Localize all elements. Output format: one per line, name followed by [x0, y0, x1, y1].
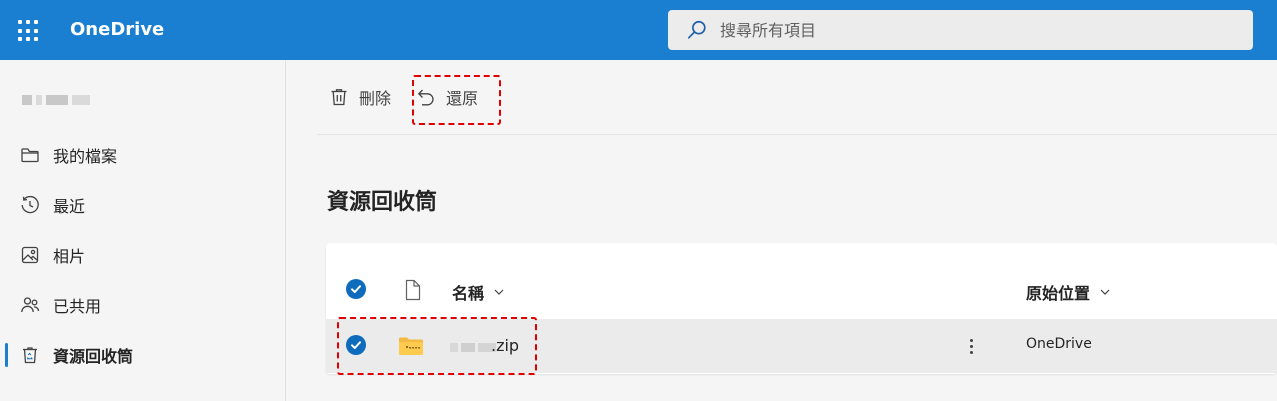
sidebar-item-label: 資源回收筒 [53, 347, 134, 366]
command-bar: 刪除 還原 [317, 60, 1277, 135]
more-options-icon[interactable] [963, 335, 979, 357]
column-header-location[interactable]: 原始位置 [1026, 280, 1111, 304]
sidebar-item-label: 最近 [53, 197, 86, 216]
original-location: OneDrive [1026, 336, 1092, 352]
checkmark-icon [351, 285, 361, 293]
list-header: 名稱 原始位置 [326, 243, 1277, 319]
delete-label: 刪除 [359, 89, 392, 108]
undo-icon [417, 89, 434, 106]
checkmark-icon [351, 341, 361, 349]
history-icon [21, 195, 39, 214]
trash-icon [331, 89, 347, 106]
sidebar-item-label: 已共用 [53, 297, 102, 316]
select-all-checkbox[interactable] [346, 279, 366, 299]
sidebar-item-my-files[interactable]: 我的檔案 [0, 135, 286, 175]
row-checkbox[interactable] [346, 335, 366, 355]
search-input[interactable] [720, 20, 1220, 40]
sidebar-item-shared[interactable]: 已共用 [0, 285, 286, 325]
main-content: 刪除 還原 資源回收筒 名稱 原始位置 .zip OneDrive [287, 60, 1277, 401]
column-label: 名稱 [452, 284, 485, 303]
redacted-filename [450, 341, 496, 353]
sidebar-item-label: 相片 [53, 247, 86, 266]
page-title: 資源回收筒 [327, 190, 438, 215]
search-icon [687, 20, 706, 39]
chevron-down-icon [494, 289, 504, 295]
search-box[interactable] [668, 10, 1253, 50]
recycle-bin-icon [23, 347, 37, 364]
photo-icon [21, 246, 39, 264]
people-icon [21, 297, 40, 313]
top-bar: OneDrive [0, 0, 1277, 60]
restore-label: 還原 [446, 89, 479, 108]
sidebar-item-label: 我的檔案 [53, 147, 118, 166]
sidebar-item-photos[interactable]: 相片 [0, 235, 286, 275]
sidebar: 我的檔案 最近 相片 已共用 資源回收筒 [0, 60, 286, 401]
file-name[interactable]: .zip [491, 336, 519, 355]
account-name[interactable] [22, 92, 90, 108]
sidebar-item-recycle-bin[interactable]: 資源回收筒 [0, 335, 286, 375]
zip-folder-icon [399, 337, 423, 355]
column-label: 原始位置 [1026, 284, 1091, 303]
sidebar-item-recent[interactable]: 最近 [0, 185, 286, 225]
app-title[interactable]: OneDrive [70, 19, 164, 40]
chevron-down-icon [1100, 289, 1110, 295]
file-type-icon[interactable] [403, 279, 423, 301]
restore-button[interactable]: 還原 [416, 84, 478, 110]
table-row[interactable]: .zip OneDrive [326, 319, 1277, 373]
file-list: 名稱 原始位置 .zip OneDrive [326, 243, 1277, 374]
delete-button[interactable]: 刪除 [329, 84, 391, 110]
column-header-name[interactable]: 名稱 [452, 280, 505, 304]
folder-icon [21, 148, 39, 163]
app-launcher-icon[interactable] [18, 20, 40, 42]
